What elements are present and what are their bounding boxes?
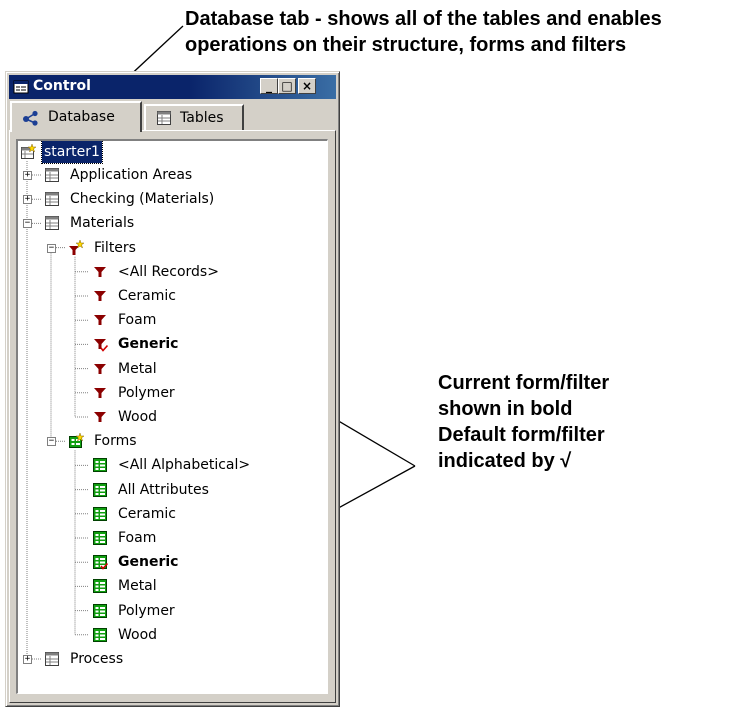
form-icon bbox=[93, 482, 107, 497]
form-icon bbox=[93, 506, 107, 521]
table-icon bbox=[157, 111, 171, 125]
form-icon bbox=[93, 579, 107, 594]
table-icon bbox=[45, 168, 59, 182]
tree-node-label: Metal bbox=[118, 578, 157, 595]
tree-node-label: Process bbox=[70, 651, 124, 667]
title-bar[interactable]: Control _ □ × bbox=[9, 75, 336, 99]
tree-node-label: Forms bbox=[94, 433, 137, 450]
filter-icon bbox=[94, 363, 106, 374]
tab-database[interactable]: Database bbox=[10, 101, 142, 132]
annotation-text: shown in bbox=[438, 398, 531, 420]
form-icon bbox=[93, 603, 107, 618]
default-check-icon bbox=[100, 345, 108, 353]
annotation-current-default: Current form/filter shown in bold Defaul… bbox=[438, 370, 609, 474]
form-icon bbox=[93, 458, 107, 473]
annotation-line: indicated by √ bbox=[438, 450, 572, 472]
tree-node-label: Ceramic bbox=[118, 505, 176, 522]
tree-node-label: <All Records> bbox=[118, 263, 219, 280]
annotation-line: shown in bold bbox=[438, 396, 609, 422]
tree-node-label: Generic bbox=[118, 554, 179, 571]
tree-node-label: Polymer bbox=[118, 384, 175, 401]
tree-node-label: Wood bbox=[118, 409, 158, 425]
database-tree[interactable]: starter1 + Application Areas + Checking (Ma… bbox=[16, 139, 328, 694]
control-window: Control _ □ × Tables Database starter1 +… bbox=[5, 71, 340, 707]
annotation-bold-word: bold bbox=[530, 398, 573, 420]
tree-node-label: Metal bbox=[118, 360, 157, 377]
tab-tables[interactable]: Tables bbox=[144, 104, 244, 130]
annotation-line: Default form/filter bbox=[438, 424, 605, 446]
form-icon bbox=[93, 627, 107, 642]
filter-icon bbox=[94, 291, 106, 301]
collapse-toggle[interactable]: − bbox=[47, 243, 56, 253]
tree-node-label: Application Areas bbox=[70, 167, 193, 183]
annotation-line: operations on their structure, forms and… bbox=[185, 34, 627, 56]
table-icon bbox=[45, 216, 59, 231]
collapse-toggle[interactable]: − bbox=[23, 219, 32, 229]
filter-icon bbox=[94, 266, 106, 277]
expand-toggle[interactable]: + bbox=[23, 655, 32, 664]
filter-icon bbox=[94, 387, 106, 398]
filter-icon bbox=[94, 412, 106, 422]
tree-node-label: Polymer bbox=[118, 602, 175, 619]
form-icon bbox=[93, 531, 107, 545]
window-title: Control bbox=[33, 78, 91, 94]
tree-node-label: Foam bbox=[118, 530, 157, 546]
tree-node-label: Filters bbox=[94, 239, 136, 256]
forms-group-icon bbox=[69, 433, 84, 449]
tab-label: Tables bbox=[180, 110, 224, 126]
database-new-icon bbox=[21, 144, 36, 159]
minimize-button[interactable]: _ bbox=[260, 78, 278, 94]
tree-node-label: Wood bbox=[118, 626, 158, 643]
maximize-button[interactable]: □ bbox=[278, 78, 296, 94]
annotation-database-tab: Database tab - shows all of the tables a… bbox=[185, 6, 662, 58]
tree-node-label: Ceramic bbox=[118, 288, 176, 304]
filters-group-icon bbox=[69, 239, 84, 255]
control-app-icon bbox=[13, 80, 29, 94]
tree-node-label: Checking (Materials) bbox=[70, 191, 215, 208]
tree-node-label: starter1 bbox=[41, 141, 103, 164]
filter-icon bbox=[94, 315, 106, 326]
tree-node-label: All Attributes bbox=[118, 481, 209, 498]
tree-node-label: Generic bbox=[118, 336, 179, 353]
tree-node-label: Materials bbox=[70, 215, 135, 232]
table-icon bbox=[45, 192, 59, 207]
table-icon bbox=[45, 652, 59, 666]
tree-node-label: <All Alphabetical> bbox=[118, 457, 251, 474]
tab-label: Database bbox=[48, 109, 115, 125]
database-icon bbox=[23, 110, 38, 126]
close-button[interactable]: × bbox=[298, 78, 316, 94]
tree-node-label: Foam bbox=[118, 312, 157, 329]
collapse-toggle[interactable]: − bbox=[47, 437, 56, 447]
tab-panel: starter1 + Application Areas + Checking (Ma… bbox=[9, 130, 336, 703]
annotation-line: Current form/filter bbox=[438, 372, 610, 394]
annotation-line: Database tab - shows all of the tables a… bbox=[185, 8, 662, 30]
filter-icon bbox=[94, 339, 108, 353]
form-icon bbox=[93, 555, 108, 570]
expand-toggle[interactable]: + bbox=[23, 171, 32, 180]
expand-toggle[interactable]: + bbox=[23, 195, 32, 205]
